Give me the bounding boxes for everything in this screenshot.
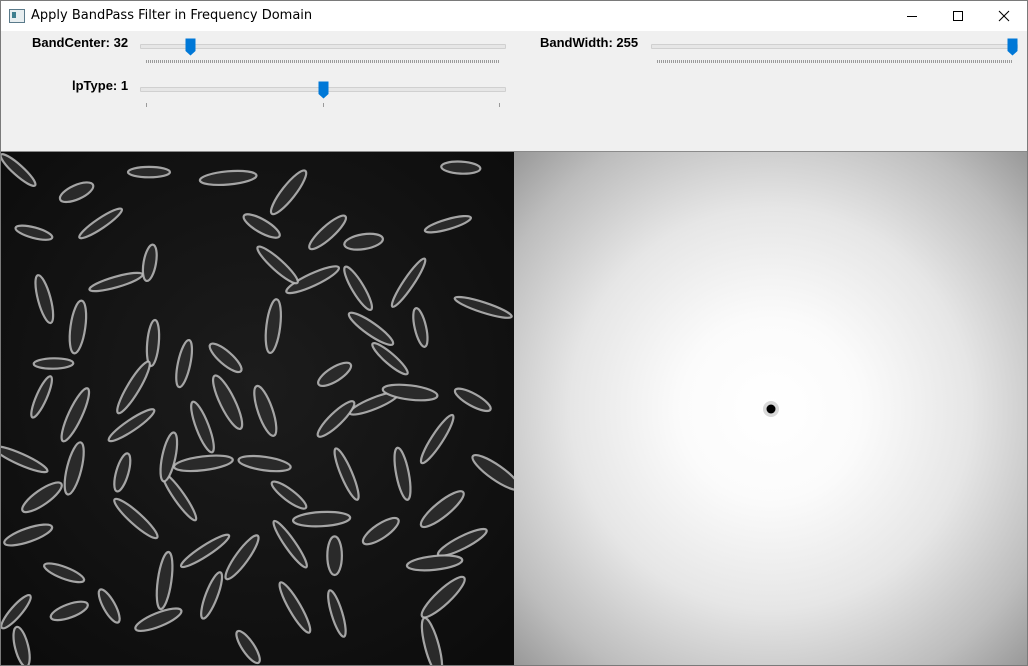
slider-tick xyxy=(499,103,500,107)
close-button[interactable] xyxy=(981,1,1027,31)
slider-ticks xyxy=(657,60,1012,63)
band-width-slider[interactable] xyxy=(651,33,1018,63)
rice-grain xyxy=(126,165,172,179)
slider-ticks xyxy=(146,103,500,107)
slider-track xyxy=(651,44,1018,49)
filter-mask xyxy=(763,401,779,417)
window-title: Apply BandPass Filter in Frequency Domai… xyxy=(31,8,313,23)
rice-grain xyxy=(32,357,75,370)
slider-tick xyxy=(146,103,147,107)
rice-grain xyxy=(326,535,343,577)
minimize-icon xyxy=(907,16,917,17)
band-center-slider[interactable] xyxy=(140,33,506,63)
minimize-button[interactable] xyxy=(889,1,935,31)
slider-thumb[interactable] xyxy=(318,81,329,99)
filter-mask-image xyxy=(514,152,1027,665)
maximize-icon xyxy=(953,11,963,21)
title-bar[interactable]: Apply BandPass Filter in Frequency Domai… xyxy=(1,1,1027,31)
slider-thumb[interactable] xyxy=(185,38,196,56)
lp-type-label: lpType: 1 xyxy=(72,78,129,93)
rice-grains-image xyxy=(1,152,514,665)
band-width-label: BandWidth: 255 xyxy=(540,35,639,50)
band-center-label: BandCenter: 32 xyxy=(32,35,129,50)
slider-tick xyxy=(323,103,324,107)
maximize-button[interactable] xyxy=(935,1,981,31)
slider-thumb[interactable] xyxy=(1007,38,1018,56)
app-window-icon xyxy=(9,9,25,23)
filtered-image xyxy=(1,152,514,665)
trackbar-panel: BandCenter: 32 BandWidth: 255 lpType: 1 xyxy=(1,31,1027,151)
slider-ticks xyxy=(146,60,500,63)
close-icon xyxy=(998,10,1010,22)
lp-type-slider[interactable] xyxy=(140,76,506,107)
app-window: Apply BandPass Filter in Frequency Domai… xyxy=(0,0,1028,666)
